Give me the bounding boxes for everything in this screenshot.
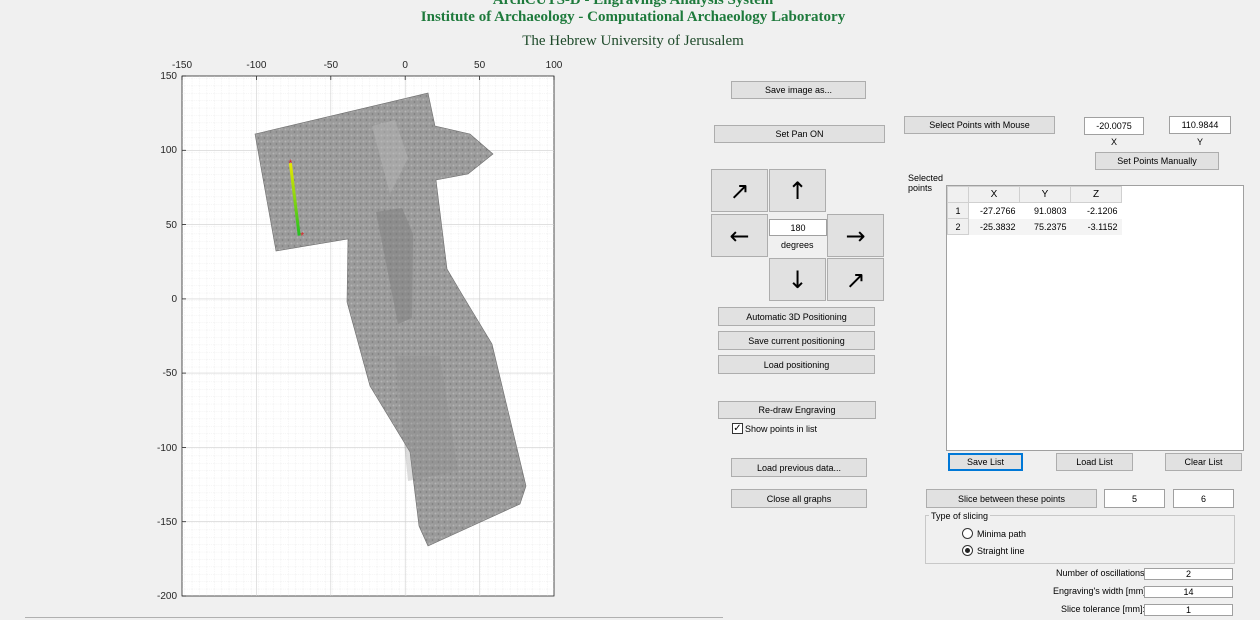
app-title: ArchCUTS-D - Engravings Analysis System	[492, 0, 774, 8]
cell-x[interactable]: -25.3832	[969, 219, 1020, 235]
load-positioning-button[interactable]: Load positioning	[718, 355, 875, 374]
column-header-y[interactable]: Y	[1019, 186, 1071, 203]
x-label: X	[1111, 137, 1118, 147]
width-label: Engraving's width [mm]:	[1053, 586, 1149, 596]
save-list-button[interactable]: Save List	[948, 453, 1023, 471]
y-tick-label: -50	[163, 368, 178, 379]
tolerance-input[interactable]: 1	[1144, 604, 1233, 616]
y-tick-label: 100	[160, 145, 177, 156]
table-row[interactable]: 1 -27.2766 91.0803 -2.1206	[947, 202, 1122, 219]
width-input[interactable]: 14	[1144, 586, 1233, 598]
y-tick-label: 50	[166, 220, 178, 231]
y-tick-label: -150	[157, 517, 177, 528]
select-points-mouse-button[interactable]: Select Points with Mouse	[904, 116, 1055, 134]
radio-minima-path[interactable]: Minima path	[962, 528, 1026, 539]
y-tick-label: 0	[171, 294, 177, 305]
slicing-type-title: Type of slicing	[929, 511, 991, 521]
pan-up-button[interactable]: ↑	[769, 169, 826, 212]
slicing-type-group	[925, 515, 1235, 564]
radio-indicator	[962, 545, 973, 556]
row-index: 1	[947, 202, 969, 219]
x-coordinate-input[interactable]: -20.0075	[1084, 117, 1144, 135]
y-tick-label: -100	[157, 443, 177, 454]
y-coordinate-input[interactable]: 110.9844	[1169, 116, 1231, 134]
x-tick-label: -100	[246, 60, 266, 71]
close-all-graphs-button[interactable]: Close all graphs	[731, 489, 867, 508]
pan-left-button[interactable]: ←	[711, 214, 768, 257]
y-tick-label: -200	[157, 591, 177, 602]
y-tick-label: 150	[160, 71, 177, 82]
cell-z[interactable]: -2.1206	[1071, 203, 1122, 219]
radio-indicator	[962, 528, 973, 539]
pan-down-button[interactable]: ↓	[769, 258, 826, 301]
x-tick-label: 100	[546, 60, 563, 71]
tolerance-label: Slice tolerance [mm]:	[1061, 604, 1146, 614]
cell-y[interactable]: 91.0803	[1020, 203, 1071, 219]
rotate-cw-button[interactable]: ↗	[827, 258, 884, 301]
auto-3d-positioning-button[interactable]: Automatic 3D Positioning	[718, 307, 875, 326]
cell-z[interactable]: -3.1152	[1071, 219, 1122, 235]
pan-right-button[interactable]: →	[827, 214, 884, 257]
pickaxe-icon: ↗	[729, 176, 750, 205]
arrow-down-icon: ↓	[787, 265, 808, 294]
engraving-plot[interactable]: * * -150 -100 -50 0 50 100 150 100 50 0 …	[140, 56, 580, 608]
x-tick-label: 50	[474, 60, 486, 71]
status-divider	[25, 617, 723, 618]
table-header-row: X Y Z	[947, 186, 1122, 203]
slice-from-input[interactable]: 5	[1104, 489, 1165, 508]
points-table[interactable]: X Y Z 1 -27.2766 91.0803 -2.1206 2 -25.3…	[946, 185, 1244, 451]
pickaxe-icon: ↗	[845, 265, 866, 294]
set-pan-button[interactable]: Set Pan ON	[714, 125, 885, 143]
rotate-ccw-button[interactable]: ↗	[711, 169, 768, 212]
set-points-manually-button[interactable]: Set Points Manually	[1095, 152, 1219, 170]
university-title: The Hebrew University of Jerusalem	[522, 33, 744, 49]
institute-title: Institute of Archaeology - Computational…	[420, 9, 846, 25]
point-marker-1: *	[288, 159, 292, 170]
clear-list-button[interactable]: Clear List	[1165, 453, 1242, 471]
save-positioning-button[interactable]: Save current positioning	[718, 331, 875, 350]
slice-between-points-button[interactable]: Slice between these points	[926, 489, 1097, 508]
cell-y[interactable]: 75.2375	[1020, 219, 1071, 235]
arrow-right-icon: →	[845, 221, 866, 250]
table-row[interactable]: 2 -25.3832 75.2375 -3.1152	[947, 218, 1122, 235]
load-list-button[interactable]: Load List	[1056, 453, 1133, 471]
arrow-up-icon: ↑	[787, 176, 808, 205]
radio-label: Straight line	[977, 545, 1025, 556]
save-image-button[interactable]: Save image as...	[731, 81, 866, 99]
x-tick-label: -150	[172, 60, 192, 71]
show-points-label: Show points in list	[745, 424, 818, 434]
table-corner	[947, 186, 969, 203]
redraw-engraving-button[interactable]: Re-draw Engraving	[718, 401, 876, 419]
oscillations-input[interactable]: 2	[1144, 568, 1233, 580]
point-marker-2: *	[300, 231, 304, 242]
x-tick-label: -50	[324, 60, 339, 71]
show-points-checkbox[interactable]: ✓	[732, 423, 743, 434]
selected-points-label: Selected points	[908, 173, 944, 193]
column-header-x[interactable]: X	[968, 186, 1020, 203]
x-tick-label: 0	[402, 60, 408, 71]
load-previous-data-button[interactable]: Load previous data...	[731, 458, 867, 477]
radio-label: Minima path	[977, 528, 1027, 539]
row-index: 2	[947, 218, 969, 235]
cell-x[interactable]: -27.2766	[969, 203, 1020, 219]
slice-to-input[interactable]: 6	[1173, 489, 1234, 508]
column-header-z[interactable]: Z	[1070, 186, 1122, 203]
degrees-label: degrees	[781, 240, 814, 250]
arrow-left-icon: ←	[729, 221, 750, 250]
rotation-degrees-input[interactable]: 180	[769, 219, 827, 236]
y-label: Y	[1197, 137, 1204, 147]
radio-straight-line[interactable]: Straight line	[962, 545, 1025, 556]
oscillations-label: Number of oscillations:	[1056, 568, 1148, 578]
